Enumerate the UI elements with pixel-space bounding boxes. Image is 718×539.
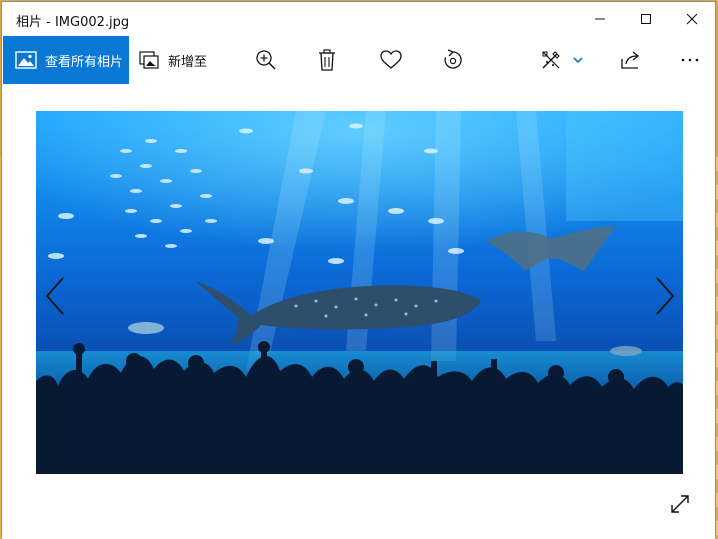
see-all-photos-label: 查看所有相片 [45,54,124,70]
edit-create-button[interactable] [538,36,588,84]
add-to-album-icon [138,50,160,70]
maximize-button[interactable] [623,2,669,36]
displayed-photo[interactable] [36,111,683,474]
title-bar: 相片 - IMG002.jpg [2,2,715,36]
next-photo-button[interactable] [650,274,680,318]
edit-create-icon [542,51,583,69]
chevron-right-icon [656,277,675,315]
window-title: 相片 - IMG002.jpg [16,15,130,30]
minimize-icon [595,18,605,20]
maximize-icon [641,14,651,24]
photo-collection-icon [15,50,37,70]
zoom-in-icon [256,50,276,70]
photo-viewer [2,84,715,539]
rotate-button[interactable] [433,36,473,84]
previous-photo-button[interactable] [40,274,70,318]
share-button[interactable] [611,36,651,84]
chevron-left-icon [45,277,64,315]
delete-button[interactable] [307,36,347,84]
aquarium-photo-image [36,111,683,474]
photos-app-window: 相片 - IMG002.jpg 查看所有相片 新增至 [1,1,716,539]
minimize-button[interactable] [577,2,623,36]
add-to-button[interactable]: 新增至 [138,36,207,84]
fullscreen-button[interactable] [666,490,694,518]
expand-icon [671,495,689,513]
share-icon [621,51,640,69]
favorite-icon [380,50,402,69]
command-bar: 查看所有相片 新增至 [2,36,715,84]
close-button[interactable] [669,2,715,36]
close-icon [686,13,698,25]
zoom-button[interactable] [246,36,286,84]
favorite-button[interactable] [371,36,411,84]
add-to-label: 新增至 [168,54,208,70]
delete-icon [319,49,335,71]
more-options-button[interactable] [670,36,710,84]
more-icon [681,58,699,62]
see-all-photos-button[interactable]: 查看所有相片 [3,36,129,84]
rotate-icon [444,49,462,69]
